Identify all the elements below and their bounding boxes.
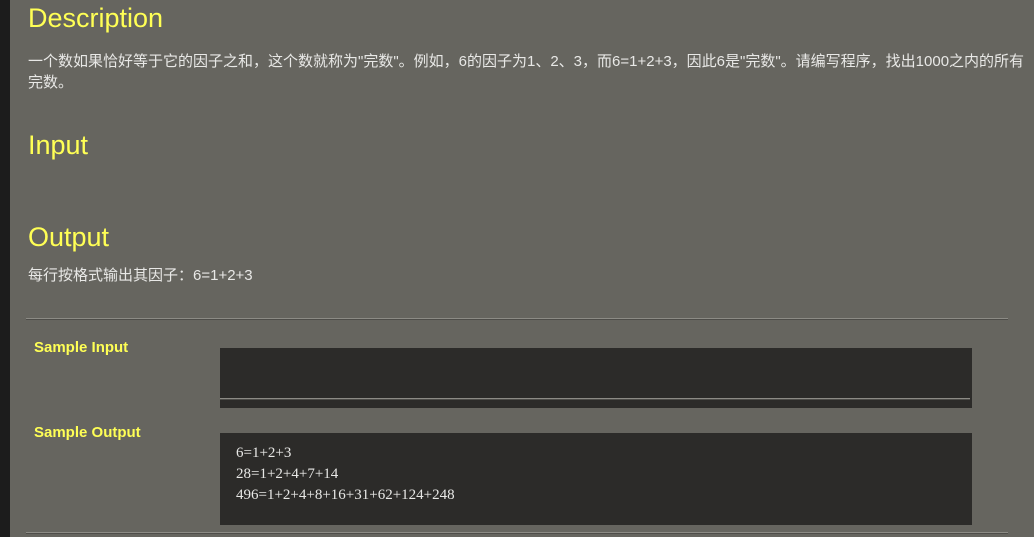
samples-divider-middle [220,398,970,400]
input-heading: Input [28,130,89,160]
description-heading: Description [28,3,164,33]
sample-output-code: 6=1+2+3 28=1+2+4+7+14 496=1+2+4+8+16+31+… [220,433,972,525]
problem-page: Description 一个数如果恰好等于它的因子之和，这个数就称为"完数"。例… [10,0,1034,537]
description-text: 一个数如果恰好等于它的因子之和，这个数就称为"完数"。例如，6的因子为1、2、3… [28,53,1025,91]
sample-input-label: Sample Input [34,339,129,356]
output-heading: Output [28,222,110,252]
output-text: 每行按格式输出其因子：6=1+2+3 [28,267,253,284]
samples-divider-top [26,318,1008,320]
input-text [28,178,1028,198]
samples-divider-bottom [26,532,1008,534]
sample-output-label: Sample Output [34,424,141,441]
